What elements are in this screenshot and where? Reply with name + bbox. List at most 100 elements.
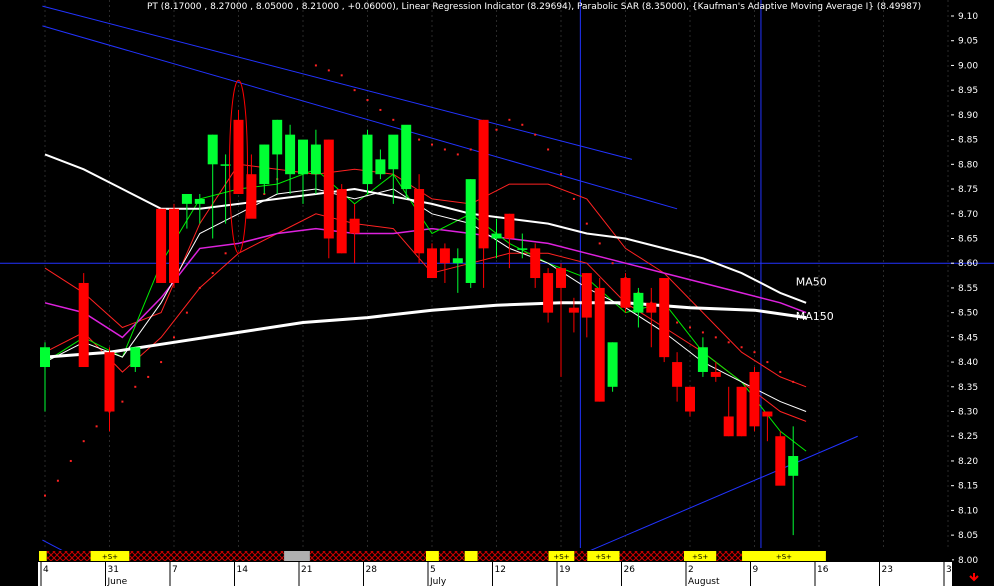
candle <box>620 273 631 313</box>
candle <box>607 342 618 392</box>
price-chart: MA50 MA150 9.10 9.05 9.00 8.95 8.90 8.85 8.80 8.… <box>0 0 994 586</box>
y-tick-label: 8.35 <box>958 383 978 393</box>
candle <box>736 386 747 437</box>
candle <box>169 203 179 288</box>
candle-body <box>672 362 683 387</box>
sar-dot <box>56 479 59 482</box>
candle-body <box>633 292 644 313</box>
sar-dot <box>443 148 446 151</box>
candle-body <box>736 386 747 437</box>
y-tick-label: 8.40 <box>958 358 978 368</box>
sar-dot <box>147 375 150 378</box>
y-tick-label: 8.50 <box>958 309 978 319</box>
sar-dot <box>366 99 369 102</box>
candle-body <box>194 198 205 204</box>
sar-dot <box>69 459 72 462</box>
sar-dot <box>560 173 562 176</box>
sar-dot <box>676 321 679 324</box>
sar-dot <box>173 336 175 339</box>
y-tick-label: 8.25 <box>958 432 978 442</box>
candle-body <box>169 208 179 283</box>
candle-body <box>607 342 618 387</box>
down-arrow-icon[interactable] <box>969 573 979 582</box>
candle-body <box>478 119 489 249</box>
date-tick-label: 30 <box>946 565 958 575</box>
candle-body <box>491 233 502 239</box>
candle <box>336 184 347 254</box>
candle-body <box>452 258 463 264</box>
candle-body <box>568 307 579 313</box>
y-tick-label: 8.55 <box>958 284 978 294</box>
sar-dot <box>185 311 188 314</box>
sar-dot <box>727 341 730 344</box>
candle-body <box>156 208 167 283</box>
ma-label: MA150 <box>796 310 834 323</box>
candle-body <box>336 189 347 254</box>
y-tick-label: 8.75 <box>958 185 978 195</box>
month-label: June <box>107 577 128 586</box>
y-tick-label: 8.80 <box>958 160 978 170</box>
event-marker <box>284 551 310 561</box>
candle-body <box>581 273 592 318</box>
sar-dot <box>598 242 601 245</box>
sar-dot <box>327 69 330 72</box>
date-tick-label: 16 <box>817 565 829 575</box>
event-marker-label: +S+ <box>595 553 611 561</box>
date-tick-label: 28 <box>366 565 378 575</box>
candle-body <box>414 189 425 254</box>
candle-body <box>285 134 296 175</box>
sar-dot <box>211 272 214 275</box>
event-marker <box>39 551 47 561</box>
candle-body <box>556 268 566 288</box>
y-tick-label: 9.10 <box>958 12 978 22</box>
ma-label: MA50 <box>796 275 827 288</box>
date-tick-label: 7 <box>172 565 178 575</box>
sar-dot <box>547 148 550 151</box>
candle-body <box>723 416 734 437</box>
sar-dot <box>121 400 124 403</box>
sar-dot <box>585 222 588 225</box>
sar-dot <box>379 108 382 111</box>
sar-dot <box>779 370 782 373</box>
candle-body <box>401 124 412 190</box>
sar-dot <box>495 128 498 131</box>
candle-body <box>775 436 786 486</box>
candle-body <box>543 273 554 313</box>
y-tick-label: 8.45 <box>958 333 978 343</box>
candle <box>749 367 760 432</box>
sar-dot <box>198 286 201 289</box>
y-tick-label: 8.20 <box>958 457 978 467</box>
month-label: August <box>688 577 720 586</box>
event-marker <box>464 551 478 561</box>
y-tick-label: 8.60 <box>958 259 978 269</box>
candle <box>78 273 89 368</box>
sar-dot <box>714 336 717 339</box>
sar-dot <box>224 252 227 255</box>
date-tick-label: 19 <box>559 565 571 575</box>
month-label: July <box>429 577 447 586</box>
candle-body <box>272 119 283 155</box>
sar-dot <box>572 197 575 200</box>
candle-body <box>685 386 695 412</box>
date-tick-label: 23 <box>882 565 893 575</box>
event-marker <box>309 551 426 561</box>
candle-body <box>78 282 89 368</box>
sar-dot <box>82 440 85 443</box>
candle-body <box>130 347 141 368</box>
sar-dot <box>701 331 704 334</box>
event-marker-label: +S+ <box>553 553 569 561</box>
event-marker-label: +S+ <box>692 553 708 561</box>
sar-dot <box>160 361 163 364</box>
y-tick-label: 8.00 <box>958 556 978 566</box>
candle <box>427 243 437 279</box>
candle-body <box>646 302 657 313</box>
sar-dot <box>508 118 511 121</box>
sar-dot <box>456 153 459 156</box>
candle-body <box>246 174 257 219</box>
candle <box>401 124 412 199</box>
sar-dot <box>611 262 614 265</box>
date-tick-label: 12 <box>495 565 506 575</box>
y-tick-label: 9.05 <box>958 37 978 47</box>
sar-dot <box>753 351 756 354</box>
event-marker-label: +S+ <box>102 553 118 561</box>
